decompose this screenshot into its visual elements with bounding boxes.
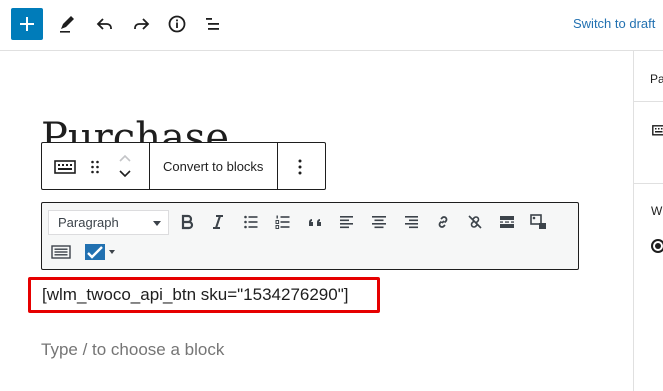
- chevron-up-icon: [119, 154, 131, 162]
- blockquote-button[interactable]: [304, 210, 328, 234]
- toolbar-divider: [149, 143, 150, 189]
- align-right-button[interactable]: [399, 210, 423, 234]
- classic-editor-toolbar: Paragraph: [41, 202, 579, 270]
- settings-sidebar: Pa W: [633, 51, 663, 391]
- add-block-button[interactable]: [11, 8, 43, 40]
- redo-icon: [134, 18, 150, 30]
- sidebar-section-label: W: [651, 204, 663, 218]
- align-left-icon: [340, 216, 353, 229]
- list-view-icon: [206, 18, 219, 30]
- bulleted-list-button[interactable]: [239, 210, 263, 234]
- bold-icon: [181, 214, 194, 230]
- move-up-button[interactable]: [115, 151, 135, 165]
- toolbar-toggle-button[interactable]: [49, 240, 73, 264]
- list-view-button[interactable]: [200, 11, 226, 37]
- plus-icon: [20, 17, 34, 31]
- info-icon: [168, 15, 186, 33]
- chevron-down-icon: [119, 170, 131, 178]
- numbered-list-icon: [275, 215, 290, 229]
- keyboard-icon: [54, 160, 76, 174]
- toolbar-divider: [277, 143, 278, 189]
- block-appender-placeholder[interactable]: Type / to choose a block: [41, 340, 224, 360]
- keyboard-icon: [51, 245, 71, 259]
- align-right-icon: [405, 216, 418, 229]
- pencil-icon: [60, 16, 74, 33]
- checkbox-color-icon: [85, 244, 115, 260]
- sidebar-divider: [634, 101, 663, 102]
- text-color-button[interactable]: [81, 240, 119, 264]
- italic-button[interactable]: [206, 210, 230, 234]
- remove-link-button[interactable]: [463, 210, 487, 234]
- block-card-icon: [652, 124, 663, 143]
- undo-icon: [96, 18, 112, 30]
- move-down-button[interactable]: [115, 167, 135, 181]
- format-select-value: Paragraph: [58, 215, 119, 230]
- insert-link-button[interactable]: [431, 210, 455, 234]
- block-type-button[interactable]: [53, 156, 77, 178]
- convert-to-blocks-button[interactable]: Convert to blocks: [163, 159, 263, 174]
- undo-button[interactable]: [92, 11, 118, 37]
- dropdown-arrow-icon: [153, 221, 161, 226]
- unlink-icon: [468, 215, 482, 229]
- italic-icon: [213, 215, 223, 229]
- read-more-icon: [500, 216, 514, 228]
- drag-icon: [91, 160, 99, 174]
- numbered-list-button[interactable]: [271, 210, 295, 234]
- bullet-list-icon: [244, 215, 258, 229]
- align-center-button[interactable]: [367, 210, 391, 234]
- details-button[interactable]: [164, 11, 190, 37]
- align-center-icon: [372, 216, 386, 229]
- sidebar-radio[interactable]: [651, 239, 663, 253]
- drag-handle[interactable]: [85, 156, 105, 178]
- bold-button[interactable]: [175, 210, 199, 234]
- link-icon: [438, 216, 448, 228]
- format-select[interactable]: Paragraph: [48, 210, 169, 235]
- sidebar-divider: [634, 183, 663, 184]
- more-vertical-icon: [298, 159, 302, 175]
- quote-icon: [309, 219, 321, 226]
- switch-to-draft-button[interactable]: Switch to draft: [573, 16, 655, 31]
- block-toolbar: Convert to blocks: [41, 142, 326, 190]
- add-media-button[interactable]: [527, 210, 551, 234]
- more-options-button[interactable]: [290, 156, 310, 178]
- redo-button[interactable]: [128, 11, 154, 37]
- tools-button[interactable]: [54, 11, 80, 37]
- align-left-button[interactable]: [335, 210, 359, 234]
- media-icon: [530, 214, 546, 229]
- shortcode-text[interactable]: [wlm_twoco_api_btn sku="1534276290"]: [42, 285, 348, 305]
- editor-header: Switch to draft: [0, 0, 663, 51]
- read-more-button[interactable]: [495, 210, 519, 234]
- sidebar-tab-label[interactable]: Pa: [650, 72, 663, 86]
